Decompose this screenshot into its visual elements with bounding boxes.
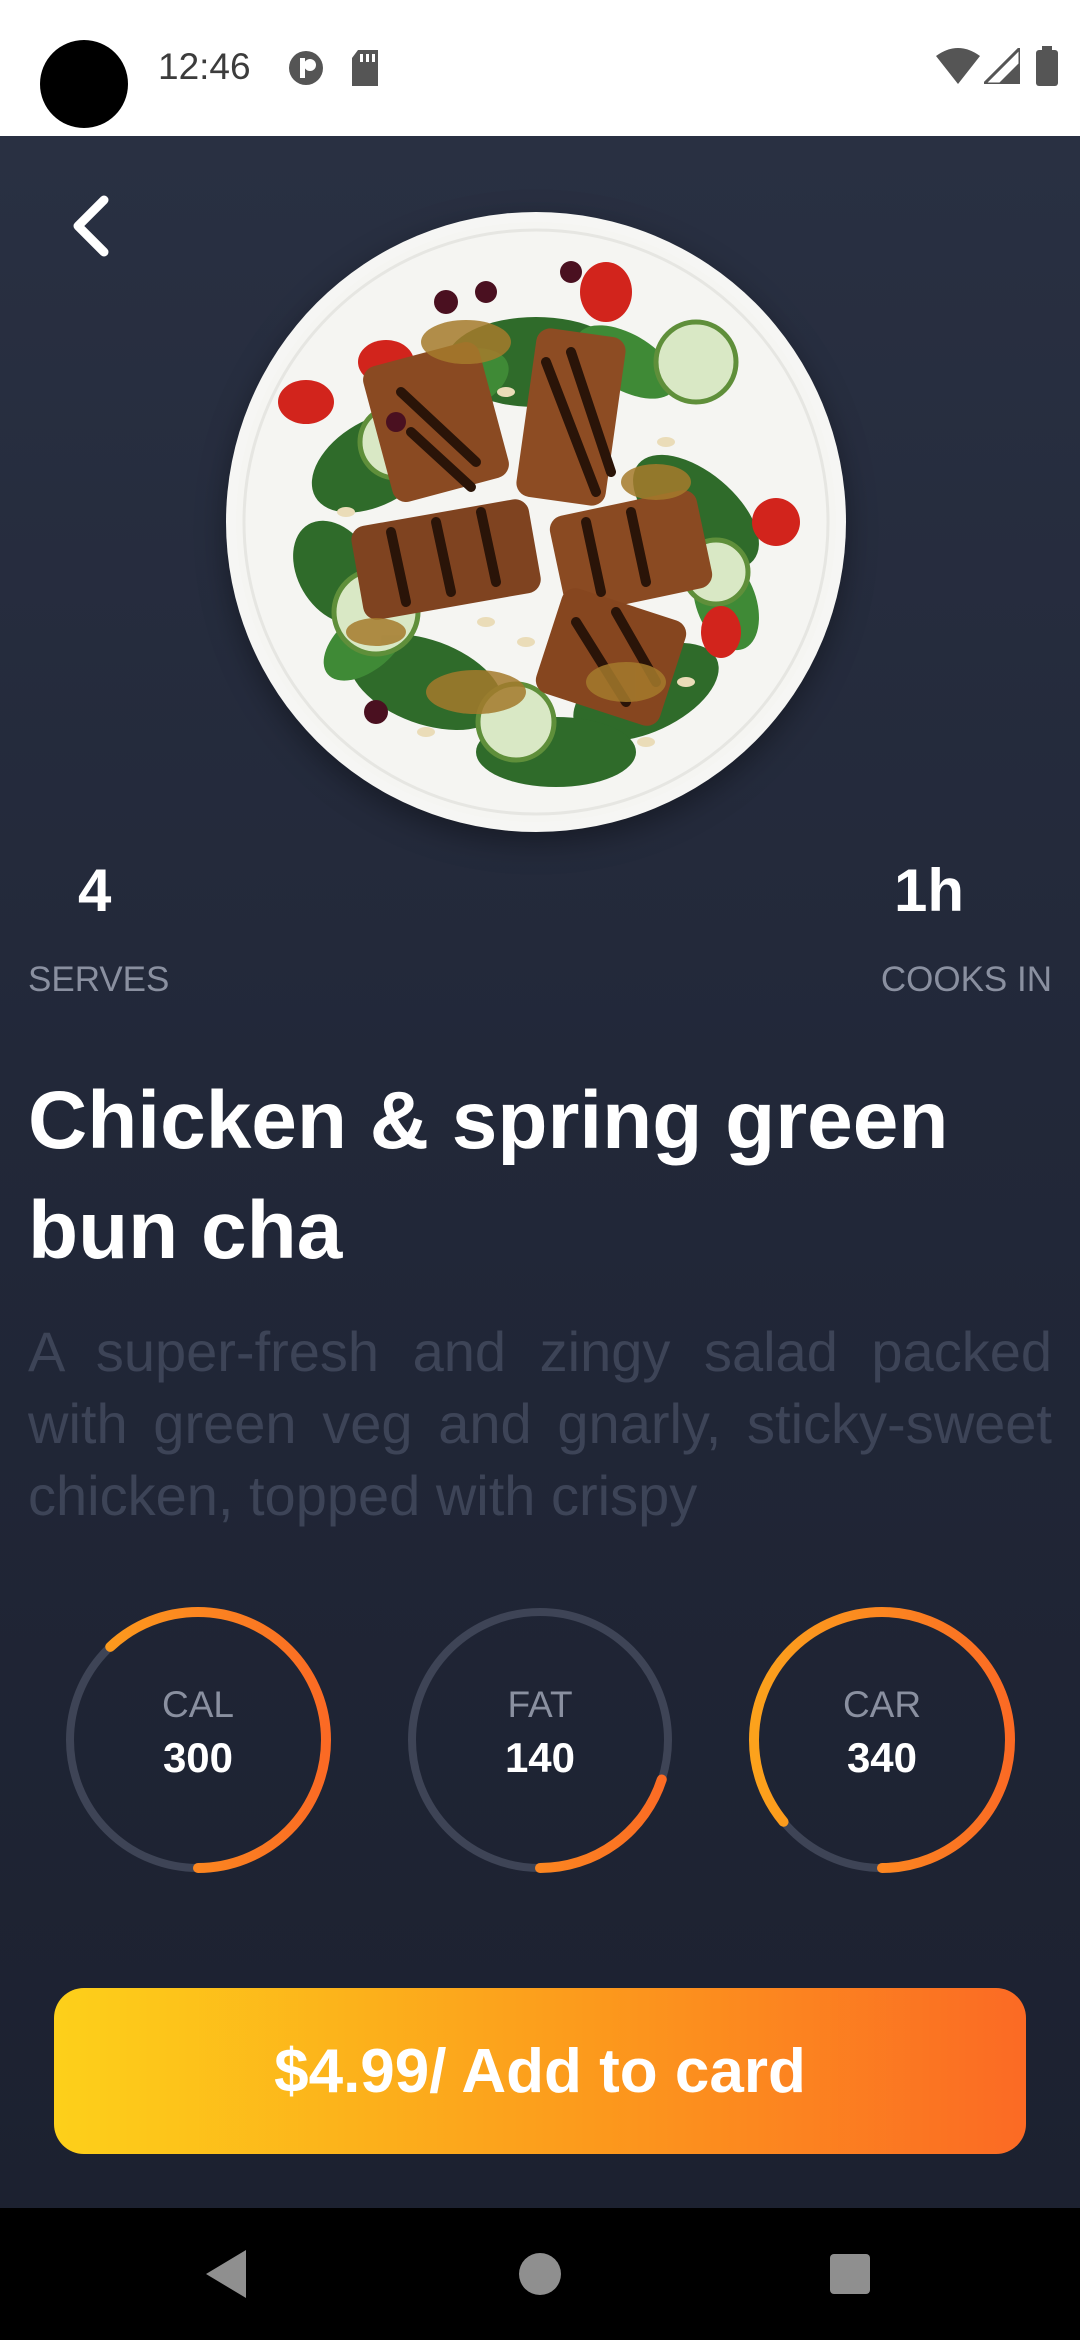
nav-back-icon[interactable] <box>194 2242 258 2306</box>
sd-card-icon <box>352 50 378 86</box>
add-to-cart-button[interactable]: $4.99/ Add to card <box>54 1988 1026 2154</box>
cook-time-value: 1h <box>893 857 964 924</box>
back-button[interactable] <box>50 186 130 266</box>
battery-icon <box>1036 46 1058 86</box>
cook-time-label: COOKS IN <box>880 960 1052 999</box>
recipe-description: A super-fresh and zingy salad packed wit… <box>28 1320 1052 1527</box>
fat-value: 140 <box>504 1734 576 1781</box>
carbs-value: 340 <box>846 1734 918 1781</box>
calories-ring: CAL 300 <box>62 1604 334 1876</box>
recipe-title: Chicken & spring green bun cha <box>28 1075 949 1276</box>
notification-icon <box>289 51 323 85</box>
calories-label: CAL <box>162 1684 234 1725</box>
wifi-icon <box>936 48 980 84</box>
serves-label: SERVES <box>28 960 170 999</box>
serves-value: 4 <box>78 857 112 924</box>
back-arrow-icon <box>73 195 109 257</box>
carbs-label: CAR <box>842 1684 922 1725</box>
fat-label: FAT <box>507 1684 573 1725</box>
calories-value: 300 <box>162 1734 234 1781</box>
status-time: 12:46 <box>158 46 251 87</box>
nav-home-icon[interactable] <box>508 2242 572 2306</box>
navigation-bar <box>0 2208 1080 2340</box>
carbs-ring: CAR 340 <box>746 1604 1018 1876</box>
signal-icon <box>984 48 1020 84</box>
status-bar: 12:46 <box>0 0 1080 136</box>
dish-image <box>226 212 846 832</box>
camera-cutout <box>40 40 128 128</box>
recipe-detail-screen: 4 SERVES 1h COOKS IN Chicken & spring gr… <box>0 136 1080 2208</box>
fat-ring: FAT 140 <box>404 1604 676 1876</box>
nav-recents-icon[interactable] <box>818 2242 882 2306</box>
